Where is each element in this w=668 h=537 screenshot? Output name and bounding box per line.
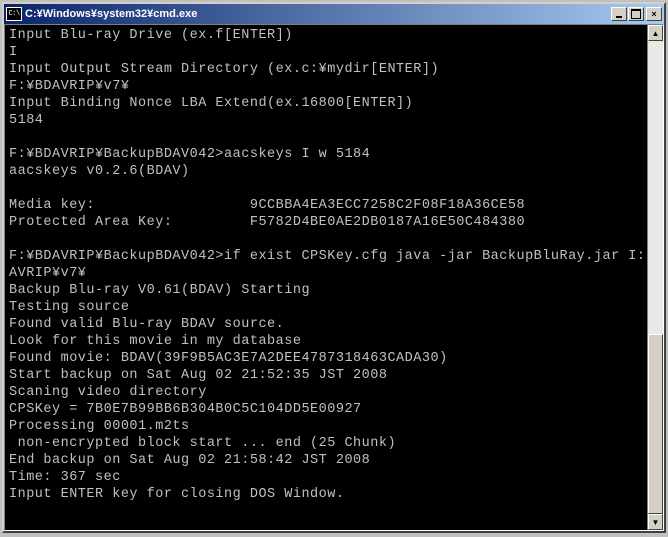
client-area: Input Blu-ray Drive (ex.f[ENTER]) I Inpu… (4, 24, 664, 531)
titlebar[interactable]: C:\ C:¥Windows¥system32¥cmd.exe × (4, 4, 664, 24)
minimize-button[interactable] (611, 7, 627, 21)
vertical-scrollbar[interactable]: ▲ ▼ (647, 25, 663, 530)
scroll-thumb[interactable] (648, 334, 663, 514)
cmd-window: C:\ C:¥Windows¥system32¥cmd.exe × Input … (2, 2, 666, 533)
maximize-button[interactable] (628, 7, 644, 21)
cmd-icon: C:\ (6, 7, 22, 21)
window-title: C:¥Windows¥system32¥cmd.exe (25, 8, 610, 20)
window-controls: × (610, 7, 662, 21)
scroll-track[interactable] (648, 41, 663, 514)
scroll-up-button[interactable]: ▲ (648, 25, 663, 41)
scroll-down-button[interactable]: ▼ (648, 514, 663, 530)
close-button[interactable]: × (646, 7, 662, 21)
console-output[interactable]: Input Blu-ray Drive (ex.f[ENTER]) I Inpu… (5, 25, 647, 530)
